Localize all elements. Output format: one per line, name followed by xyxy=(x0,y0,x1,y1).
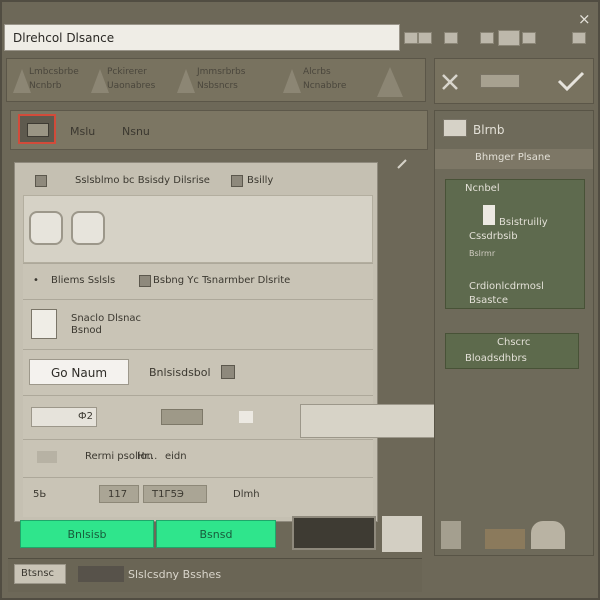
row6-value2: eidn xyxy=(165,451,187,462)
row4-label1: Snaclo Dlsnac xyxy=(71,313,142,324)
card-badge xyxy=(483,205,495,225)
header-sub-1: Ncnbrb xyxy=(29,81,62,91)
checkbox[interactable] xyxy=(139,275,151,287)
wizard-label: Bnlsisdsbol xyxy=(149,366,211,379)
header-item-4[interactable]: Alcrbs xyxy=(303,67,331,77)
pin-icon[interactable] xyxy=(396,158,408,170)
header-item-1[interactable]: Lmbcsbrbe xyxy=(29,67,79,77)
menu-item-1[interactable]: Mslu xyxy=(70,125,95,138)
range-handle[interactable] xyxy=(161,409,203,425)
monitor-icon xyxy=(443,119,467,137)
info-icon[interactable] xyxy=(221,365,235,379)
copy-icon[interactable] xyxy=(418,32,432,44)
card1-label: Ncnbel xyxy=(465,183,500,194)
checkbox[interactable] xyxy=(231,175,243,187)
card2-line1: Chscrc xyxy=(497,337,531,348)
right-subtitle: Bhmger Plsane xyxy=(475,152,551,163)
app-icon-selected[interactable] xyxy=(18,114,56,144)
folder-icon[interactable] xyxy=(498,30,520,46)
settings-panel: Sslsblmo bc Bsisdy Dilsrise Bsilly • Bli… xyxy=(14,162,378,522)
image-thumbnail[interactable] xyxy=(382,516,422,552)
value-box[interactable]: 117 xyxy=(99,485,139,503)
header-strip: Lmbcsbrbe Pckirerer Jmmsrbrbs Alcrbs Ncn… xyxy=(6,58,426,102)
document-icon[interactable] xyxy=(572,32,586,44)
bottom-field[interactable]: Btsnsc xyxy=(14,564,66,584)
value-box[interactable]: T1Г5Э xyxy=(143,485,207,503)
row-7 xyxy=(23,439,373,477)
card1-line3: Bslrmr xyxy=(469,249,496,258)
menu-item-2[interactable]: Nsnu xyxy=(122,125,150,138)
card1-line5: Bsastce xyxy=(469,295,508,306)
bottom-label: Slslcsdny Bsshes xyxy=(128,568,222,581)
row3-label2: Bsbng Yc Tsnarmber Dlsrite xyxy=(153,275,291,286)
value-field[interactable]: Ф2 xyxy=(31,407,97,427)
tree-icon xyxy=(283,69,301,93)
row1-label: Sslsblmo bc Bsisdy Dilsrise xyxy=(75,175,210,186)
row3-label: Bliems Sslsls xyxy=(51,275,116,286)
switch-icon[interactable] xyxy=(37,451,57,463)
header-sub-3: Nsbsncrs xyxy=(197,81,238,91)
tree-icon xyxy=(177,69,195,93)
card1-line4: Crdionlcdrmosl xyxy=(469,281,544,292)
window-title: Dlrehcol Dlsance xyxy=(13,31,115,45)
primary-green-button[interactable]: Bnlsisb xyxy=(20,520,154,548)
diamond-icon[interactable] xyxy=(522,32,536,44)
tag-icon[interactable] xyxy=(480,32,494,44)
bullet-icon: • xyxy=(33,275,39,286)
row6-value: Hr... xyxy=(137,451,158,462)
row1-extra: Bsilly xyxy=(247,175,274,186)
chevron-icon[interactable] xyxy=(444,32,458,44)
window-title-bar: Dlrehcol Dlsance xyxy=(4,24,400,51)
confirm-check-icon[interactable] xyxy=(556,70,586,92)
card2-line2: Bloadsdhbrs xyxy=(465,353,527,364)
cloud-icon[interactable] xyxy=(531,521,565,549)
right-panel: Blrnb Bhmger Plsane Ncnbel Bsistruiliy C… xyxy=(434,110,594,556)
header-item-2[interactable]: Pckirerer xyxy=(107,67,147,77)
checkbox[interactable] xyxy=(35,175,47,187)
back-icon[interactable] xyxy=(404,32,418,44)
toggle-icon[interactable] xyxy=(29,211,63,245)
secondary-green-button[interactable]: Bsnsd xyxy=(156,520,276,548)
small-box[interactable] xyxy=(239,411,253,423)
right-title: Blrnb xyxy=(473,123,505,137)
tree-icon xyxy=(377,67,403,97)
box-icon[interactable] xyxy=(485,529,525,549)
header-sub-4: Ncnabbre xyxy=(303,81,347,91)
slider-handle[interactable] xyxy=(480,74,520,88)
toggle-icon[interactable] xyxy=(71,211,105,245)
close-icon[interactable]: × xyxy=(578,10,591,28)
cancel-x-icon[interactable] xyxy=(440,72,460,92)
document-icon xyxy=(31,309,57,339)
header-sub-2: Uaonabres xyxy=(107,81,156,91)
row4-label2: Bsnod xyxy=(71,325,102,336)
bottom-thumbnail xyxy=(78,566,124,582)
row7-d: Dlmh xyxy=(233,489,260,500)
header-item-3[interactable]: Jmmsrbrbs xyxy=(197,67,245,77)
tool-icon[interactable] xyxy=(441,521,461,549)
preview-thumbnail[interactable] xyxy=(292,516,376,550)
card1-line2: Cssdrbsib xyxy=(469,231,518,242)
row-4 xyxy=(23,299,373,349)
card1-line1: Bsistruiliy xyxy=(499,217,548,228)
row7-a: 5Ь xyxy=(33,489,47,500)
go-button[interactable]: Go Naum xyxy=(29,359,129,385)
